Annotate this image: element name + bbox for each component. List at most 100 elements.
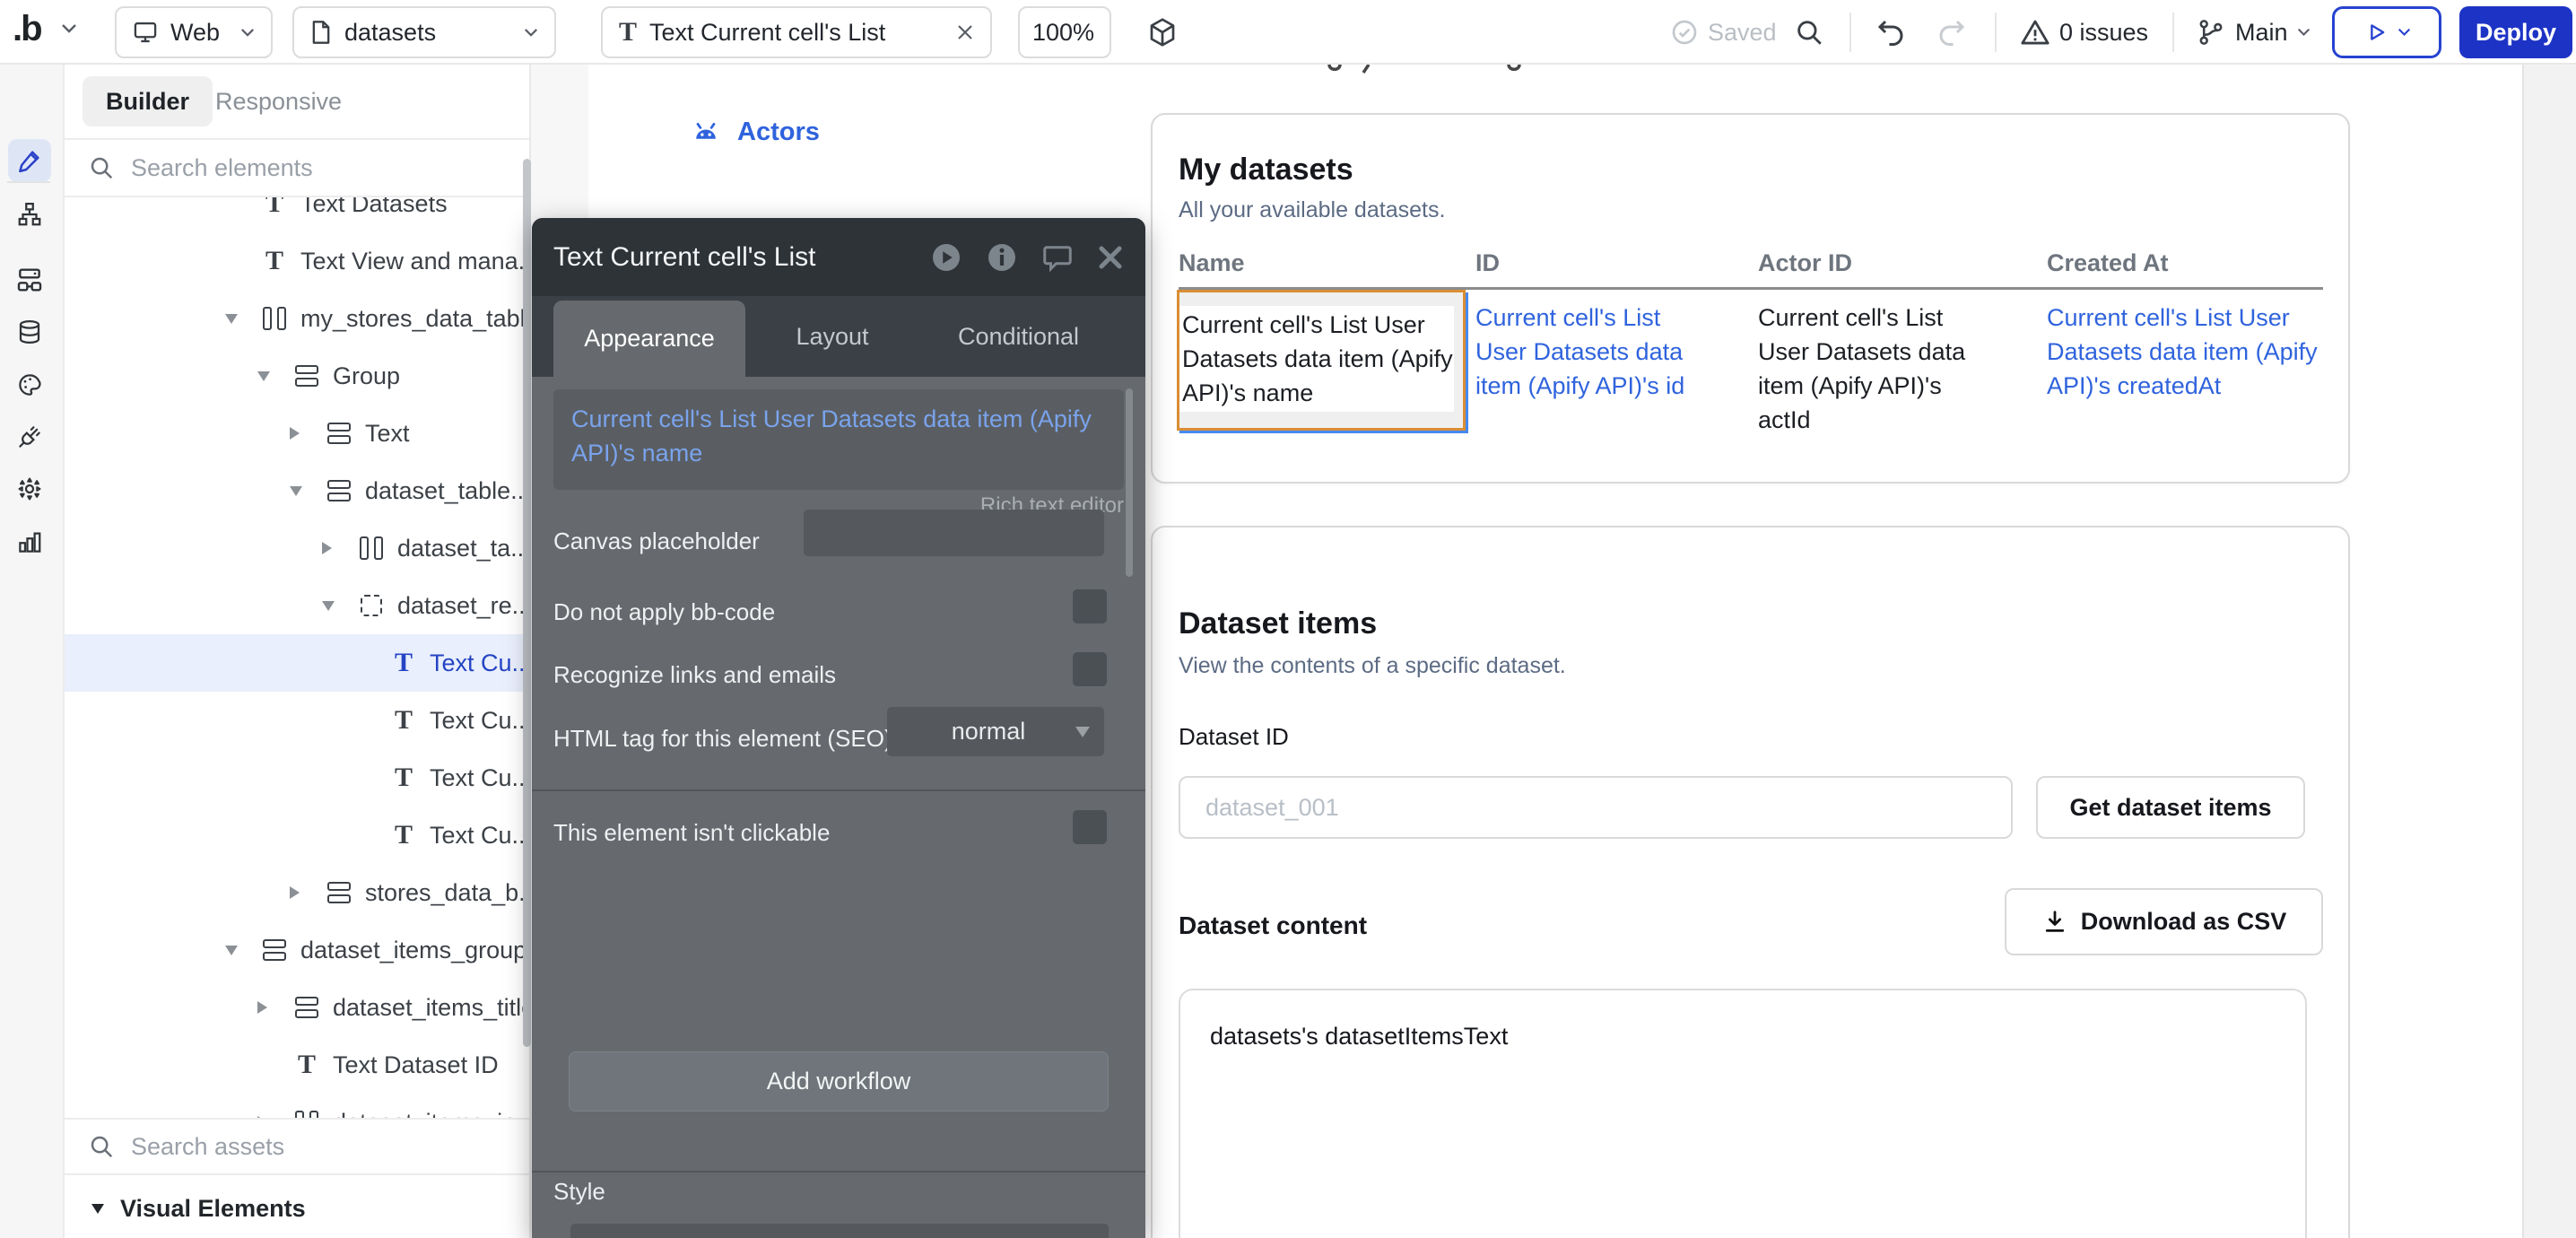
tree-row[interactable]: dataset_items_title	[65, 979, 529, 1036]
chevron-down-icon[interactable]	[61, 23, 77, 34]
rail-item-palette[interactable]	[8, 363, 51, 406]
tree-row[interactable]: TText Cu...	[65, 692, 529, 749]
get-dataset-items-button[interactable]: Get dataset items	[2036, 776, 2305, 839]
android-icon	[689, 117, 723, 147]
caret-slot[interactable]	[322, 542, 356, 554]
tab-conditional[interactable]: Conditional	[927, 296, 1110, 377]
tree-row[interactable]: TText Dataset ID	[65, 1036, 529, 1094]
tree-row[interactable]: my_stores_data_table	[65, 290, 529, 347]
tree-row[interactable]: dataset_items_group	[65, 921, 529, 979]
section-label: Visual Elements	[120, 1195, 306, 1223]
tree-row[interactable]: dataset_ta...	[65, 519, 529, 577]
device-selector[interactable]: Web	[115, 6, 273, 58]
rail-item-sitemap[interactable]	[8, 193, 51, 236]
section-visual-elements[interactable]: Visual Elements	[65, 1177, 529, 1238]
bubble-editor: Actors My datasets All your available da…	[0, 0, 2576, 1238]
bb-code-checkbox[interactable]	[1073, 589, 1107, 623]
search-assets-input[interactable]	[129, 1132, 434, 1162]
tree-row[interactable]: stores_data_b...	[65, 864, 529, 921]
preview-button[interactable]	[2332, 6, 2441, 58]
close-icon[interactable]	[956, 23, 974, 41]
rich-text-value[interactable]: Current cell's List User Datasets data i…	[553, 389, 1124, 490]
tree-row[interactable]: dataset_table...	[65, 462, 529, 519]
redo-button[interactable]	[1936, 0, 1968, 65]
caret-slot[interactable]	[290, 427, 324, 440]
tab-builder[interactable]: Builder	[83, 76, 213, 126]
deploy-button[interactable]: Deploy	[2459, 6, 2572, 58]
chevron-down-icon	[2297, 28, 2311, 37]
dataset-id-label: Dataset ID	[1179, 723, 1289, 751]
columns-icon	[259, 307, 290, 330]
rail-item-database[interactable]	[8, 310, 51, 353]
tree-row-label: my_stores_data_table	[300, 305, 529, 333]
table-cell-text[interactable]: Current cell's List User Datasets data i…	[2047, 301, 2343, 403]
caret-slot[interactable]	[290, 486, 324, 496]
comment-button[interactable]	[1041, 241, 1074, 274]
tree-row[interactable]: dataset_re...	[65, 577, 529, 634]
dataset-id-input[interactable]	[1179, 776, 2013, 839]
table-cell-text[interactable]: Current cell's List User Datasets data i…	[1475, 301, 1713, 403]
tab-responsive[interactable]: Responsive	[197, 76, 360, 126]
branch-selector[interactable]: Main	[2196, 0, 2311, 65]
add-workflow-button[interactable]: Add workflow	[569, 1051, 1109, 1112]
inspector-body: Current cell's List User Datasets data i…	[532, 377, 1145, 1238]
element-info-button[interactable]	[986, 241, 1018, 274]
caret-slot[interactable]	[257, 371, 292, 381]
issues-indicator[interactable]: 0 issues	[2020, 0, 2148, 65]
canvas-placeholder-input[interactable]	[804, 510, 1104, 556]
selected-table-cell[interactable]: Current cell's List User Datasets data i…	[1177, 290, 1466, 431]
caret-slot[interactable]	[290, 886, 324, 899]
tree-row[interactable]: TText Cu...	[65, 634, 529, 692]
undo-button[interactable]	[1875, 0, 1907, 65]
button-label: Download as CSV	[2081, 908, 2287, 936]
chart-icon	[16, 528, 43, 555]
search-button[interactable]	[1794, 0, 1824, 65]
tree-row[interactable]: Group	[65, 347, 529, 405]
tree-row-label: Text Cu...	[430, 822, 529, 850]
bubble-logo[interactable]: .b	[13, 9, 41, 49]
caret-slot[interactable]	[225, 946, 259, 955]
inspector-header[interactable]: Text Current cell's List	[532, 218, 1145, 296]
tree-scrollbar[interactable]	[523, 159, 531, 1047]
tree-row-label: Text Datasets	[300, 197, 448, 218]
rail-item-chart[interactable]	[8, 520, 51, 563]
rail-item-pencil[interactable]	[8, 139, 51, 182]
style-dropdown[interactable]: Body 14 (Overridden)	[570, 1224, 1109, 1238]
caret-slot[interactable]	[322, 601, 356, 611]
deploy-label: Deploy	[2476, 19, 2556, 47]
download-csv-button[interactable]: Download as CSV	[2005, 888, 2323, 955]
component-library-button[interactable]	[1146, 0, 1179, 65]
tree-row[interactable]: Text	[65, 405, 529, 462]
tree-row-label: Text View and mana...	[300, 248, 529, 275]
tree-row[interactable]: TText View and mana...	[65, 232, 529, 290]
tree-row[interactable]: TText Cu...	[65, 749, 529, 806]
preview-element-button[interactable]	[930, 241, 962, 274]
search-elements-input[interactable]	[129, 153, 434, 183]
tree-row-label: Group	[333, 362, 400, 390]
card-title: Dataset items	[1179, 606, 1377, 641]
caret-slot[interactable]	[257, 1001, 292, 1014]
html-tag-dropdown[interactable]: normal	[887, 707, 1104, 756]
tab-appearance[interactable]: Appearance	[553, 301, 745, 377]
chevron-down-icon	[225, 314, 238, 324]
recognize-links-checkbox[interactable]	[1073, 652, 1107, 686]
caret-slot[interactable]	[225, 314, 259, 324]
tree-row[interactable]: TText Cu...	[65, 806, 529, 864]
tree-row-label: Text Cu...	[430, 707, 529, 735]
element-selector[interactable]: T Text Current cell's List	[601, 6, 992, 58]
table-cell-text[interactable]: Current cell's List User Datasets data i…	[1758, 301, 1987, 437]
tree-row[interactable]: dataset_items_in...	[65, 1094, 529, 1118]
rail-item-components[interactable]	[8, 258, 51, 301]
rail-item-plugin[interactable]	[8, 415, 51, 458]
tree-row[interactable]: TText Datasets	[65, 197, 529, 232]
page-selector[interactable]: datasets	[292, 6, 556, 58]
close-inspector-button[interactable]	[1097, 244, 1124, 271]
nav-item-actors[interactable]: Actors	[689, 117, 820, 147]
not-clickable-checkbox[interactable]	[1073, 810, 1107, 844]
inspector-scrollbar[interactable]	[1126, 388, 1133, 577]
text-element-icon: T	[388, 764, 419, 791]
table-cell-text: Current cell's List User Datasets data i…	[1179, 306, 1454, 412]
tab-layout[interactable]: Layout	[752, 296, 913, 377]
zoom-selector[interactable]: 100%	[1018, 6, 1111, 58]
rail-item-settings[interactable]	[8, 467, 51, 510]
